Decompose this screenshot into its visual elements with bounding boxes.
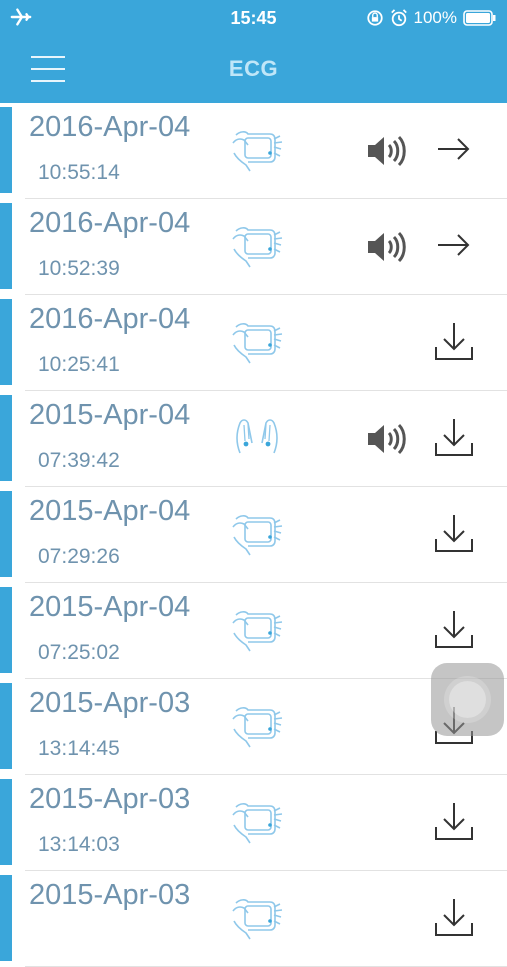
ecg-record-row[interactable]: 2016-Apr-04 10:25:41	[0, 295, 507, 391]
hand-device-recording-icon	[230, 509, 284, 557]
record-time: 13:14:03	[38, 833, 120, 856]
page-title: ECG	[228, 56, 279, 81]
alarm-icon	[390, 9, 407, 27]
download-icon[interactable]	[430, 797, 478, 845]
record-date: 2016-Apr-04	[29, 303, 191, 335]
assistive-touch-button[interactable]	[431, 663, 504, 736]
hand-device-recording-icon	[230, 893, 284, 941]
speaker-icon[interactable]	[365, 419, 409, 459]
record-date: 2015-Apr-03	[29, 687, 191, 719]
record-date: 2016-Apr-04	[29, 207, 191, 239]
record-date: 2015-Apr-04	[29, 591, 191, 623]
download-icon[interactable]	[430, 509, 478, 557]
arrow-right-icon[interactable]	[430, 125, 478, 173]
speaker-icon[interactable]	[365, 131, 409, 171]
ecg-record-row[interactable]: 2015-Apr-04 07:25:02	[0, 583, 507, 679]
hand-device-recording-icon	[230, 221, 284, 269]
record-time: 07:25:02	[38, 641, 120, 664]
orientation-lock-icon	[366, 10, 383, 26]
download-icon[interactable]	[430, 893, 478, 941]
record-date: 2015-Apr-03	[29, 879, 191, 911]
record-date: 2016-Apr-04	[29, 111, 191, 143]
ecg-record-row[interactable]: 2015-Apr-04 07:29:26	[0, 487, 507, 583]
two-hands-recording-icon	[230, 413, 284, 461]
ecg-record-row[interactable]: 2016-Apr-04 10:55:14	[0, 103, 507, 199]
record-date: 2015-Apr-03	[29, 783, 191, 815]
speaker-icon[interactable]	[365, 227, 409, 267]
record-time: 10:25:41	[38, 353, 120, 376]
hand-device-recording-icon	[230, 605, 284, 653]
download-icon[interactable]	[430, 413, 478, 461]
download-icon[interactable]	[430, 605, 478, 653]
record-time: 10:52:39	[38, 257, 120, 280]
nav-bar: ECG	[0, 36, 507, 103]
download-icon[interactable]	[430, 317, 478, 365]
status-bar: 15:45 100%	[0, 0, 507, 36]
record-date: 2015-Apr-04	[29, 495, 191, 527]
hand-device-recording-icon	[230, 797, 284, 845]
battery-icon	[463, 10, 496, 26]
ecg-record-list: 2016-Apr-04 10:55:14 2016-Apr-04 10:52:39 20…	[0, 103, 507, 967]
record-time: 13:14:45	[38, 737, 120, 760]
ecg-record-row[interactable]: 2015-Apr-03 13:14:03	[0, 775, 507, 871]
arrow-right-icon[interactable]	[430, 221, 478, 269]
ecg-record-row[interactable]: 2015-Apr-03	[0, 871, 507, 967]
record-date: 2015-Apr-04	[29, 399, 191, 431]
record-time: 07:29:26	[38, 545, 120, 568]
battery-percent: 100%	[413, 8, 457, 27]
status-right: 100%	[366, 8, 497, 28]
hand-device-recording-icon	[230, 701, 284, 749]
hand-device-recording-icon	[230, 317, 284, 365]
ecg-record-row[interactable]: 2015-Apr-04 07:39:42	[0, 391, 507, 487]
ecg-record-row[interactable]: 2016-Apr-04 10:52:39	[0, 199, 507, 295]
hand-device-recording-icon	[230, 125, 284, 173]
record-time: 10:55:14	[38, 161, 120, 184]
record-time: 07:39:42	[38, 449, 120, 472]
